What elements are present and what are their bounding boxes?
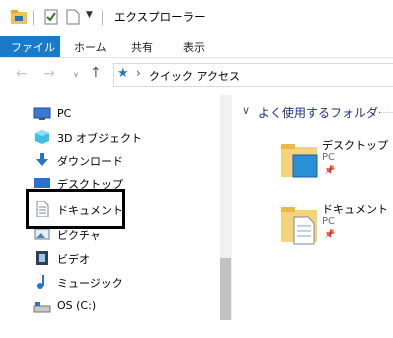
folder-tile-desktop[interactable]: デスクトップ PC 📌 (276, 136, 388, 186)
collapse-chevron-icon[interactable]: ∨ (242, 104, 250, 117)
new-folder-icon[interactable] (66, 9, 80, 25)
nav-item-downloads[interactable]: ダウンロード (30, 150, 220, 172)
drive-icon (33, 302, 51, 313)
pin-icon: 📌 (324, 166, 336, 176)
3d-objects-icon (35, 130, 49, 144)
folder-name: デスクトップ (322, 139, 388, 152)
nav-item-os-drive[interactable]: OS (C:) (30, 296, 220, 318)
nav-item-label: ミュージック (57, 277, 123, 290)
nav-scrollbar-thumb[interactable] (220, 258, 231, 320)
breadcrumb-quick-access[interactable]: クイック アクセス (149, 68, 240, 84)
forward-arrow-icon[interactable]: → (43, 66, 55, 82)
nav-item-label: 3D オブジェクト (57, 132, 142, 145)
recent-locations-icon[interactable]: ∨ (73, 70, 79, 79)
tab-file-label: ファイル (11, 41, 55, 54)
video-icon (36, 251, 48, 265)
music-icon (37, 275, 44, 289)
annotation-highlight-box (26, 189, 125, 229)
quick-access-dropdown-icon[interactable]: ▼ (86, 10, 93, 20)
pc-icon (33, 107, 51, 120)
up-arrow-icon[interactable]: ↑ (90, 65, 102, 81)
properties-icon[interactable] (44, 9, 58, 25)
quick-access-star-icon: ★ (117, 66, 129, 81)
nav-item-label: ピクチャ (57, 229, 101, 242)
folder-name: ドキュメント (322, 203, 388, 216)
folder-location: PC (322, 216, 336, 227)
title-separator (102, 11, 103, 25)
nav-item-pc[interactable]: PC (30, 104, 220, 126)
section-frequent-folders[interactable]: よく使用するフォルダー ( (258, 104, 393, 121)
pane-divider[interactable] (231, 95, 232, 320)
back-arrow-icon[interactable]: ← (16, 66, 28, 82)
nav-item-label: ビデオ (57, 253, 90, 266)
folder-tile-documents[interactable]: ドキュメント PC 📌 (276, 200, 388, 250)
nav-item-label: PC (57, 107, 72, 120)
tab-file[interactable]: ファイル (0, 36, 60, 57)
tab-share[interactable]: 共有 (131, 39, 153, 55)
nav-item-videos[interactable]: ビデオ (30, 248, 220, 270)
pin-icon: 📌 (324, 230, 336, 240)
title-separator (33, 11, 34, 25)
nav-item-3d-objects[interactable]: 3D オブジェクト (30, 127, 220, 149)
breadcrumb-separator[interactable]: › (136, 66, 141, 80)
tab-view[interactable]: 表示 (183, 39, 205, 55)
desktop-folder-icon (281, 144, 318, 178)
folder-location: PC (322, 152, 336, 163)
tab-home[interactable]: ホーム (74, 39, 107, 55)
folder-icon (11, 10, 27, 24)
documents-folder-icon (281, 207, 317, 245)
section-divider (380, 112, 393, 113)
nav-item-label: ダウンロード (57, 155, 123, 168)
download-icon (36, 153, 48, 166)
window-title: エクスプローラー (114, 10, 206, 24)
nav-item-label: OS (C:) (57, 299, 97, 312)
nav-item-music[interactable]: ミュージック (30, 272, 220, 294)
